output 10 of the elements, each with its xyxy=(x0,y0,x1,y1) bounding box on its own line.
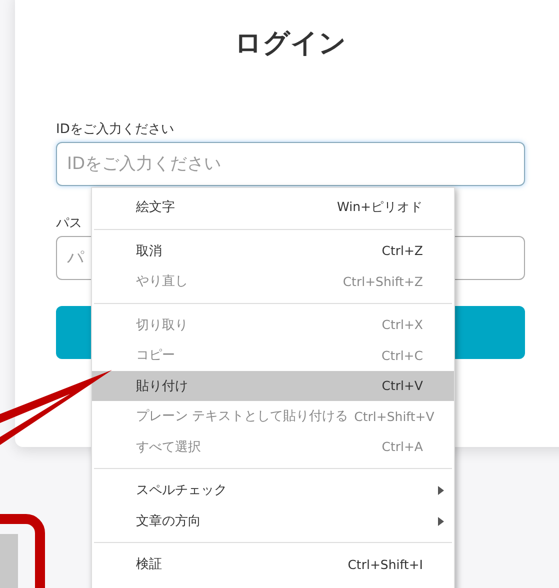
menu-item[interactable]: 絵文字 Win+ピリオド xyxy=(92,192,454,222)
menu-item[interactable]: 文章の方向 xyxy=(92,506,454,536)
menu-item[interactable]: 取消 Ctrl+Z xyxy=(92,236,454,266)
field-label: パス xyxy=(56,215,82,232)
input-field[interactable]: IDをご入力ください xyxy=(56,142,525,186)
menu-item[interactable]: 検証 Ctrl+Shift+I xyxy=(92,549,454,580)
menu-item[interactable]: スペルチェック xyxy=(92,475,454,506)
menu-item[interactable]: 貼り付け Ctrl+V xyxy=(92,370,454,401)
field-label: IDをご入力ください xyxy=(56,121,174,138)
login-title: ログイン xyxy=(234,27,348,61)
